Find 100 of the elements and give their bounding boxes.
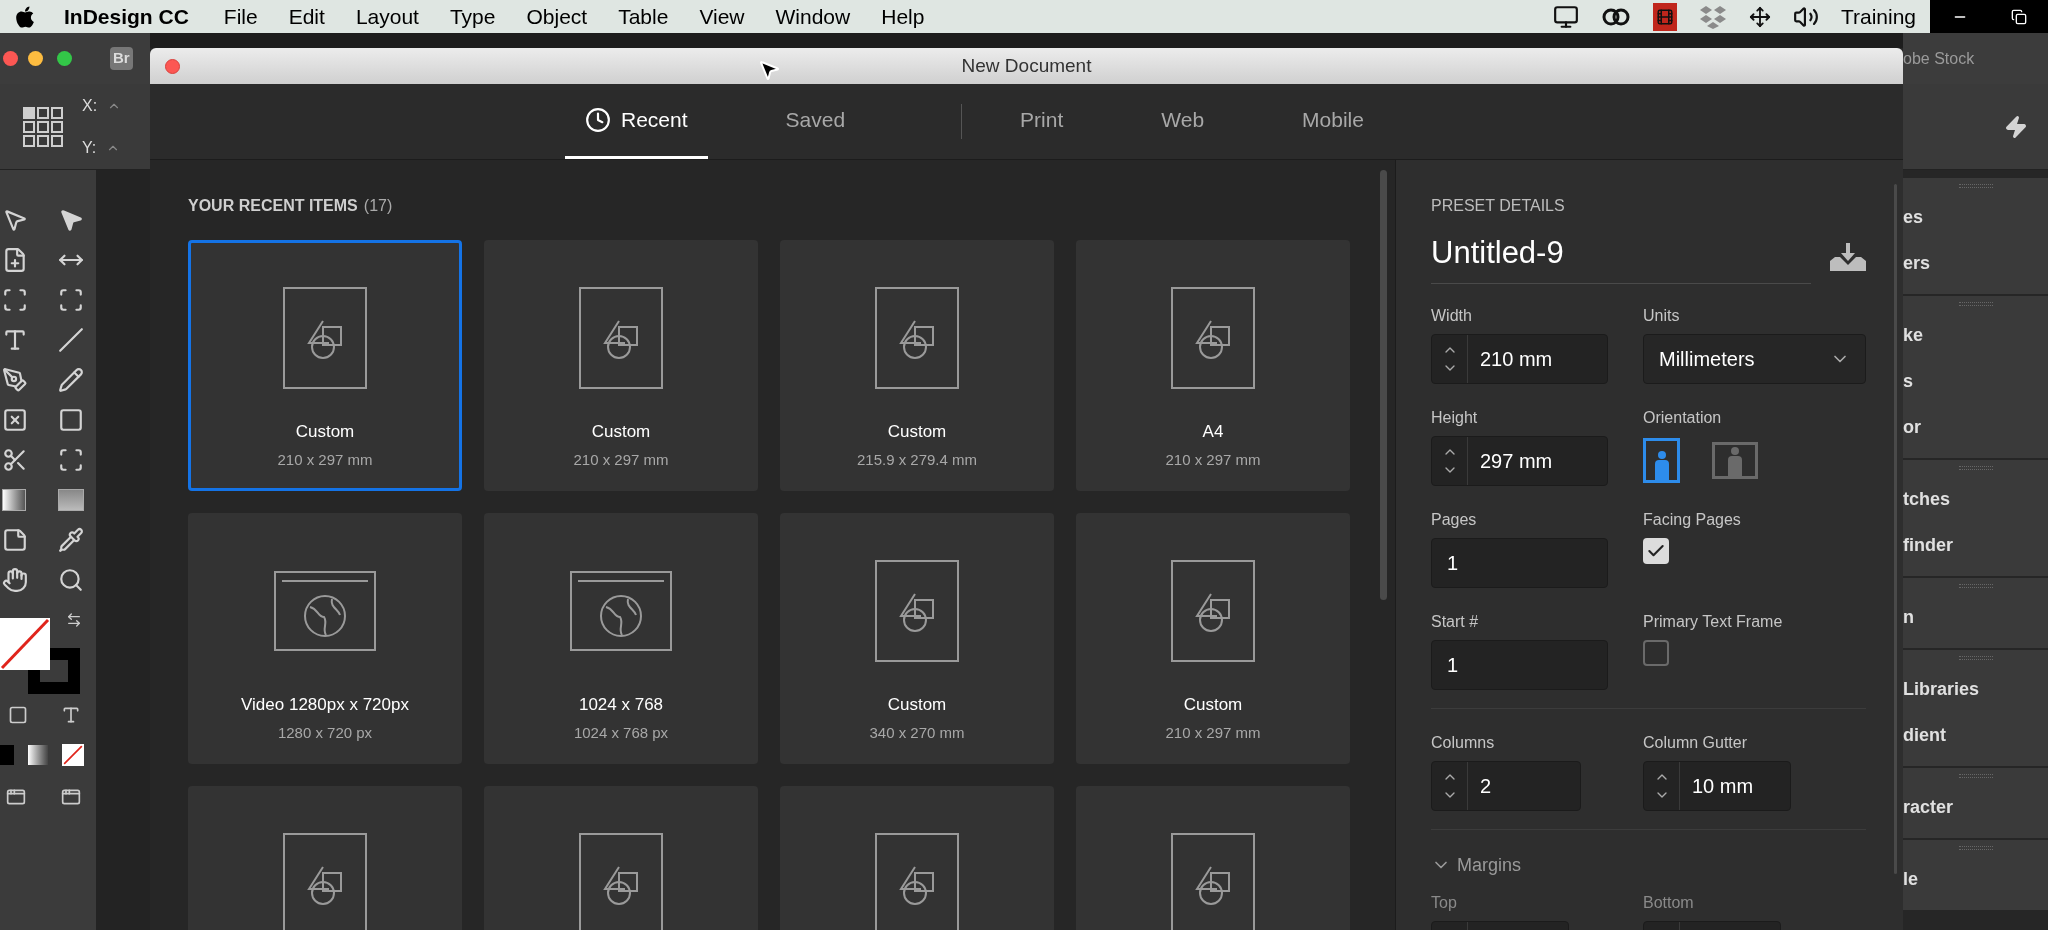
grip-icon[interactable] [1958, 584, 1993, 588]
preset-card[interactable]: Custom 215.9 x 279.4 mm [780, 240, 1054, 491]
category-tab[interactable]: Mobile [1282, 84, 1384, 159]
close-dialog-button[interactable] [165, 58, 180, 74]
scissors-icon[interactable] [2, 447, 28, 473]
panel-tab[interactable]: dient [1903, 721, 1946, 749]
user-name[interactable]: Training [1840, 0, 1916, 33]
category-tab[interactable]: Print [1000, 84, 1084, 159]
panel-tab[interactable]: finder [1903, 531, 1953, 559]
number-stepper-field[interactable]: 2 [1431, 760, 1581, 811]
preset-size: 210 x 297 mm [1165, 449, 1261, 470]
gradient-swatch-icon[interactable] [28, 745, 48, 765]
browser-globe-icon [570, 571, 672, 651]
rectangle-tool-icon[interactable] [57, 407, 84, 433]
panel-tab[interactable]: tches [1903, 485, 1951, 513]
preset-card[interactable]: Video 1280px x 720px 1280 x 720 px [188, 513, 462, 764]
panel-tab[interactable]: s [1903, 367, 1913, 395]
app-name[interactable]: InDesign CC [64, 0, 189, 33]
menu-item[interactable]: Type [449, 0, 496, 33]
film-icon[interactable] [1652, 2, 1677, 31]
eyedropper-icon[interactable] [57, 527, 84, 553]
preset-card[interactable]: A4 210 x 297 mm [1076, 240, 1350, 491]
category-tab[interactable]: Saved [765, 84, 866, 159]
menu-item[interactable]: Edit [288, 0, 325, 33]
none-swatch-icon[interactable] [62, 744, 84, 766]
panel-tab[interactable]: racter [1903, 793, 1954, 821]
menu-item[interactable]: File [223, 0, 258, 33]
menu-item[interactable]: View [699, 0, 745, 33]
page-tool-icon[interactable] [2, 247, 28, 273]
screen-mode-icon[interactable] [60, 787, 81, 807]
zoom-icon[interactable] [57, 567, 84, 593]
swap-icon[interactable] [66, 612, 82, 628]
panel-tab[interactable]: le [1903, 865, 1918, 893]
gradient-feather-icon[interactable] [57, 489, 84, 511]
panel-tab[interactable]: Libraries [1903, 675, 1980, 703]
person-icon [1726, 446, 1744, 476]
view-mode-icon[interactable] [6, 787, 26, 807]
menu-item[interactable]: Object [526, 0, 588, 33]
grip-icon[interactable] [1958, 846, 1993, 850]
number-stepper-field[interactable]: 297 mm [1431, 435, 1608, 486]
selection-arrow-icon[interactable] [2, 207, 28, 233]
note-tool-icon[interactable] [2, 527, 28, 553]
landscape-button[interactable] [1712, 442, 1758, 479]
grip-icon[interactable] [1958, 466, 1993, 470]
diamonds-icon[interactable] [1698, 4, 1727, 29]
hand-icon[interactable] [2, 567, 28, 593]
panel-tab[interactable]: ke [1903, 321, 1924, 349]
grip-icon[interactable] [1958, 774, 1993, 778]
checkbox[interactable] [1643, 537, 1669, 564]
number-field[interactable]: 1 [1431, 537, 1608, 588]
gradient-swatch-icon[interactable] [2, 489, 26, 511]
panel-tab[interactable]: n [1903, 603, 1914, 631]
restore-icon[interactable] [2010, 8, 2027, 25]
menu-item[interactable]: Layout [355, 0, 419, 33]
pen-tool-icon[interactable] [2, 367, 28, 393]
reference-point-icon[interactable] [22, 105, 64, 148]
menu-item[interactable]: Table [618, 0, 669, 33]
menu-item[interactable]: Window [775, 0, 851, 33]
number-stepper-field[interactable]: 10 mm [1643, 760, 1791, 811]
document-name-field[interactable]: Untitled-9 [1431, 230, 1811, 284]
margins-toggle[interactable]: Margins [1431, 851, 1522, 879]
category-tab[interactable]: Recent [565, 84, 708, 159]
pencil-tool-icon[interactable] [57, 367, 84, 393]
preset-card[interactable]: Custom 210 x 297 mm [1076, 513, 1350, 764]
container-icon[interactable] [8, 705, 28, 725]
color-swatch-icon[interactable] [0, 745, 14, 765]
checkbox[interactable] [1643, 639, 1669, 666]
category-tab[interactable]: Web [1141, 84, 1225, 159]
panel-tab[interactable]: es [1903, 203, 1924, 231]
preset-card[interactable]: Custom 340 x 270 mm [780, 513, 1054, 764]
preset-card[interactable]: Custom 210 x 297 mm [188, 240, 462, 491]
zoom-window-button[interactable] [57, 51, 72, 66]
rectangle-frame-icon[interactable] [2, 407, 28, 433]
apple-icon[interactable] [13, 4, 37, 29]
fill-stroke-swatch-icon[interactable] [0, 618, 82, 696]
close-window-button[interactable] [3, 51, 18, 66]
lightning-icon[interactable] [2004, 114, 2028, 139]
minimize-window-button[interactable] [28, 51, 43, 66]
move-icon[interactable] [1748, 5, 1771, 28]
units-dropdown[interactable]: Millimeters [1643, 333, 1866, 384]
preset-name: Custom [591, 421, 651, 443]
menu-item[interactable]: Help [881, 0, 925, 33]
save-preset-icon[interactable] [1830, 242, 1866, 271]
portrait-button[interactable] [1643, 438, 1680, 483]
panel-tab[interactable]: or [1903, 413, 1921, 441]
page-shapes-icon [875, 833, 959, 930]
grip-icon[interactable] [1958, 656, 1993, 660]
number-stepper-field[interactable]: 210 mm [1431, 333, 1608, 384]
grip-icon[interactable] [1958, 184, 1993, 188]
preset-name: Custom [887, 421, 947, 443]
monitor-icon[interactable] [1552, 3, 1579, 30]
line-tool-icon[interactable] [57, 327, 84, 353]
preset-card[interactable]: Custom 210 x 297 mm [484, 240, 758, 491]
panel-tab[interactable]: ers [1903, 249, 1931, 277]
number-field[interactable]: 1 [1431, 639, 1608, 690]
grip-icon[interactable] [1958, 302, 1993, 306]
x-label: X: [82, 95, 98, 116]
scroll-bar[interactable] [1380, 170, 1387, 600]
type-tool-icon[interactable] [2, 327, 28, 353]
preset-card[interactable]: 1024 x 768 1024 x 768 px [484, 513, 758, 764]
